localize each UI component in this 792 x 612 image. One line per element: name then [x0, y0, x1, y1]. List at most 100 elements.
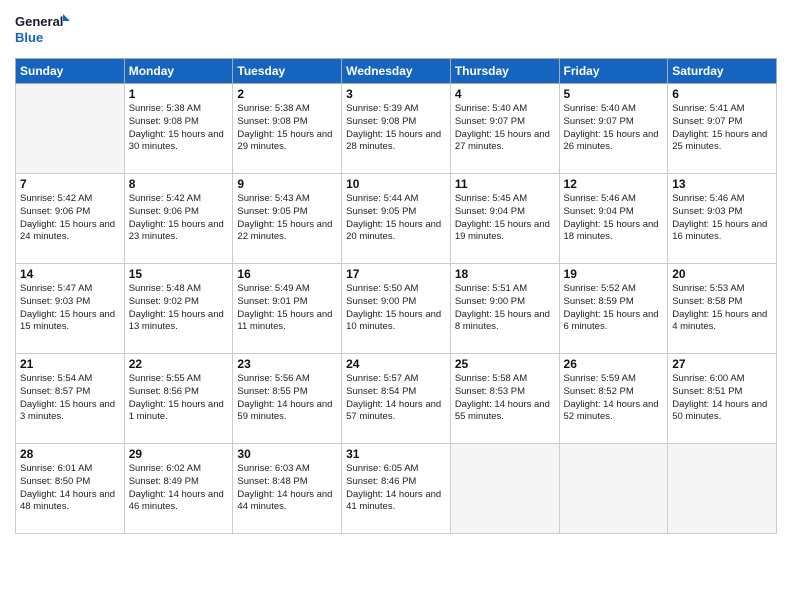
day-cell: 31 Sunrise: 6:05 AMSunset: 8:46 PMDaylig… [342, 444, 451, 534]
day-cell: 21 Sunrise: 5:54 AMSunset: 8:57 PMDaylig… [16, 354, 125, 444]
day-number: 21 [20, 357, 120, 371]
day-cell: 10 Sunrise: 5:44 AMSunset: 9:05 PMDaylig… [342, 174, 451, 264]
day-info: Sunrise: 5:46 AMSunset: 9:03 PMDaylight:… [672, 193, 772, 244]
day-number: 15 [129, 267, 229, 281]
day-info: Sunrise: 5:38 AMSunset: 9:08 PMDaylight:… [129, 103, 229, 154]
col-header-thursday: Thursday [450, 59, 559, 84]
day-cell: 30 Sunrise: 6:03 AMSunset: 8:48 PMDaylig… [233, 444, 342, 534]
day-cell: 23 Sunrise: 5:56 AMSunset: 8:55 PMDaylig… [233, 354, 342, 444]
day-cell: 11 Sunrise: 5:45 AMSunset: 9:04 PMDaylig… [450, 174, 559, 264]
day-cell: 15 Sunrise: 5:48 AMSunset: 9:02 PMDaylig… [124, 264, 233, 354]
day-cell [16, 84, 125, 174]
day-cell: 26 Sunrise: 5:59 AMSunset: 8:52 PMDaylig… [559, 354, 668, 444]
day-info: Sunrise: 5:41 AMSunset: 9:07 PMDaylight:… [672, 103, 772, 154]
day-cell: 3 Sunrise: 5:39 AMSunset: 9:08 PMDayligh… [342, 84, 451, 174]
day-number: 10 [346, 177, 446, 191]
day-number: 20 [672, 267, 772, 281]
day-number: 27 [672, 357, 772, 371]
day-number: 25 [455, 357, 555, 371]
week-row-1: 1 Sunrise: 5:38 AMSunset: 9:08 PMDayligh… [16, 84, 777, 174]
day-info: Sunrise: 5:39 AMSunset: 9:08 PMDaylight:… [346, 103, 446, 154]
day-number: 31 [346, 447, 446, 461]
day-info: Sunrise: 5:59 AMSunset: 8:52 PMDaylight:… [564, 373, 664, 424]
col-header-friday: Friday [559, 59, 668, 84]
day-info: Sunrise: 5:56 AMSunset: 8:55 PMDaylight:… [237, 373, 337, 424]
logo: General Blue [15, 10, 70, 50]
day-cell: 24 Sunrise: 5:57 AMSunset: 8:54 PMDaylig… [342, 354, 451, 444]
day-number: 7 [20, 177, 120, 191]
day-info: Sunrise: 6:00 AMSunset: 8:51 PMDaylight:… [672, 373, 772, 424]
day-cell: 12 Sunrise: 5:46 AMSunset: 9:04 PMDaylig… [559, 174, 668, 264]
day-cell: 6 Sunrise: 5:41 AMSunset: 9:07 PMDayligh… [668, 84, 777, 174]
day-number: 29 [129, 447, 229, 461]
day-cell: 16 Sunrise: 5:49 AMSunset: 9:01 PMDaylig… [233, 264, 342, 354]
day-number: 11 [455, 177, 555, 191]
day-number: 3 [346, 87, 446, 101]
day-info: Sunrise: 6:03 AMSunset: 8:48 PMDaylight:… [237, 463, 337, 514]
day-cell: 29 Sunrise: 6:02 AMSunset: 8:49 PMDaylig… [124, 444, 233, 534]
day-number: 4 [455, 87, 555, 101]
day-info: Sunrise: 5:44 AMSunset: 9:05 PMDaylight:… [346, 193, 446, 244]
day-cell: 18 Sunrise: 5:51 AMSunset: 9:00 PMDaylig… [450, 264, 559, 354]
day-cell: 8 Sunrise: 5:42 AMSunset: 9:06 PMDayligh… [124, 174, 233, 264]
svg-text:Blue: Blue [15, 30, 43, 45]
day-cell: 9 Sunrise: 5:43 AMSunset: 9:05 PMDayligh… [233, 174, 342, 264]
day-cell: 1 Sunrise: 5:38 AMSunset: 9:08 PMDayligh… [124, 84, 233, 174]
day-info: Sunrise: 5:40 AMSunset: 9:07 PMDaylight:… [564, 103, 664, 154]
day-number: 30 [237, 447, 337, 461]
day-number: 19 [564, 267, 664, 281]
day-number: 22 [129, 357, 229, 371]
day-info: Sunrise: 5:55 AMSunset: 8:56 PMDaylight:… [129, 373, 229, 424]
col-header-tuesday: Tuesday [233, 59, 342, 84]
day-cell: 7 Sunrise: 5:42 AMSunset: 9:06 PMDayligh… [16, 174, 125, 264]
week-row-5: 28 Sunrise: 6:01 AMSunset: 8:50 PMDaylig… [16, 444, 777, 534]
day-info: Sunrise: 6:02 AMSunset: 8:49 PMDaylight:… [129, 463, 229, 514]
day-cell: 13 Sunrise: 5:46 AMSunset: 9:03 PMDaylig… [668, 174, 777, 264]
col-header-sunday: Sunday [16, 59, 125, 84]
day-info: Sunrise: 5:49 AMSunset: 9:01 PMDaylight:… [237, 283, 337, 334]
day-number: 28 [20, 447, 120, 461]
day-info: Sunrise: 6:05 AMSunset: 8:46 PMDaylight:… [346, 463, 446, 514]
day-info: Sunrise: 5:48 AMSunset: 9:02 PMDaylight:… [129, 283, 229, 334]
day-info: Sunrise: 5:45 AMSunset: 9:04 PMDaylight:… [455, 193, 555, 244]
day-cell: 25 Sunrise: 5:58 AMSunset: 8:53 PMDaylig… [450, 354, 559, 444]
day-cell: 27 Sunrise: 6:00 AMSunset: 8:51 PMDaylig… [668, 354, 777, 444]
day-info: Sunrise: 5:38 AMSunset: 9:08 PMDaylight:… [237, 103, 337, 154]
day-number: 24 [346, 357, 446, 371]
day-cell: 5 Sunrise: 5:40 AMSunset: 9:07 PMDayligh… [559, 84, 668, 174]
day-cell: 4 Sunrise: 5:40 AMSunset: 9:07 PMDayligh… [450, 84, 559, 174]
day-info: Sunrise: 5:54 AMSunset: 8:57 PMDaylight:… [20, 373, 120, 424]
col-header-monday: Monday [124, 59, 233, 84]
day-number: 5 [564, 87, 664, 101]
day-number: 26 [564, 357, 664, 371]
day-number: 8 [129, 177, 229, 191]
day-cell [450, 444, 559, 534]
day-cell: 2 Sunrise: 5:38 AMSunset: 9:08 PMDayligh… [233, 84, 342, 174]
day-number: 2 [237, 87, 337, 101]
day-info: Sunrise: 5:42 AMSunset: 9:06 PMDaylight:… [20, 193, 120, 244]
day-info: Sunrise: 5:57 AMSunset: 8:54 PMDaylight:… [346, 373, 446, 424]
day-info: Sunrise: 6:01 AMSunset: 8:50 PMDaylight:… [20, 463, 120, 514]
day-info: Sunrise: 5:47 AMSunset: 9:03 PMDaylight:… [20, 283, 120, 334]
day-number: 17 [346, 267, 446, 281]
day-info: Sunrise: 5:42 AMSunset: 9:06 PMDaylight:… [129, 193, 229, 244]
day-cell: 17 Sunrise: 5:50 AMSunset: 9:00 PMDaylig… [342, 264, 451, 354]
day-info: Sunrise: 5:53 AMSunset: 8:58 PMDaylight:… [672, 283, 772, 334]
day-number: 16 [237, 267, 337, 281]
day-info: Sunrise: 5:58 AMSunset: 8:53 PMDaylight:… [455, 373, 555, 424]
day-cell: 28 Sunrise: 6:01 AMSunset: 8:50 PMDaylig… [16, 444, 125, 534]
logo-icon: General Blue [15, 10, 70, 50]
day-number: 18 [455, 267, 555, 281]
day-cell: 14 Sunrise: 5:47 AMSunset: 9:03 PMDaylig… [16, 264, 125, 354]
day-number: 9 [237, 177, 337, 191]
day-cell: 20 Sunrise: 5:53 AMSunset: 8:58 PMDaylig… [668, 264, 777, 354]
day-info: Sunrise: 5:51 AMSunset: 9:00 PMDaylight:… [455, 283, 555, 334]
day-cell: 22 Sunrise: 5:55 AMSunset: 8:56 PMDaylig… [124, 354, 233, 444]
day-number: 13 [672, 177, 772, 191]
week-row-3: 14 Sunrise: 5:47 AMSunset: 9:03 PMDaylig… [16, 264, 777, 354]
day-number: 12 [564, 177, 664, 191]
day-number: 23 [237, 357, 337, 371]
day-number: 6 [672, 87, 772, 101]
day-number: 1 [129, 87, 229, 101]
day-cell [668, 444, 777, 534]
